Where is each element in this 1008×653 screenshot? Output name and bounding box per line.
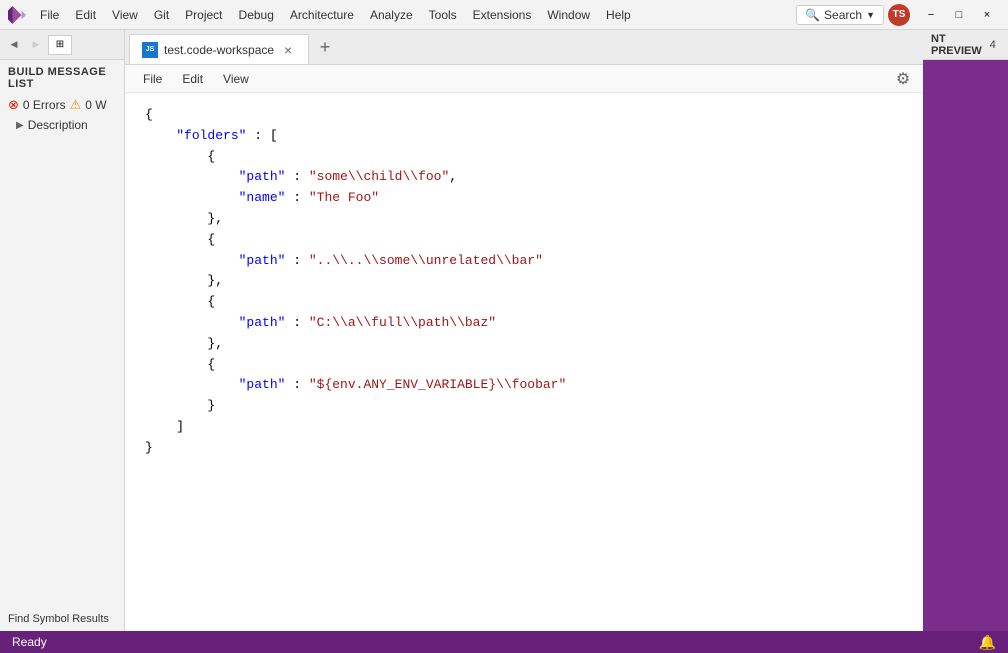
code-line-10: { — [145, 292, 903, 313]
description-label: Description — [28, 118, 88, 132]
code-line-16: ] — [145, 417, 903, 438]
main-layout: ◀ ▶ ⊞ Build Message List ⊗ 0 Errors ⚠ 0 … — [0, 30, 1008, 631]
status-bar: Ready 🔔 — [0, 631, 1008, 653]
code-line-14: "path" : "${env.ANY_ENV_VARIABLE}\\fooba… — [145, 375, 903, 396]
right-panel-content — [923, 60, 1008, 631]
code-line-2: "folders" : [ — [145, 126, 903, 147]
menu-git[interactable]: Git — [146, 6, 177, 24]
app-logo — [8, 6, 26, 24]
editor-menu-edit[interactable]: Edit — [172, 70, 213, 88]
status-bar-right: 🔔 — [979, 634, 996, 651]
menu-edit[interactable]: Edit — [67, 6, 104, 24]
left-sidebar: ◀ ▶ ⊞ Build Message List ⊗ 0 Errors ⚠ 0 … — [0, 30, 125, 631]
float-panel-controls: 4 × — [982, 35, 1008, 55]
code-line-17: } — [145, 438, 903, 459]
right-panel: NT PREVIEW 4 × — [923, 30, 1008, 631]
code-line-1: { — [145, 105, 903, 126]
code-line-11: "path" : "C:\\a\\full\\path\\baz" — [145, 313, 903, 334]
editor-menu-view[interactable]: View — [213, 70, 259, 88]
minimize-button[interactable]: − — [918, 5, 944, 25]
sidebar-nav-back[interactable]: ◀ — [4, 35, 24, 55]
tab-bar: JS test.code-workspace × + — [125, 30, 923, 65]
description-list-icon: ▶ — [16, 120, 24, 131]
status-ready-text: Ready — [12, 635, 47, 649]
search-icon: 🔍 — [805, 8, 820, 22]
float-panel-pin-button[interactable]: 4 — [982, 35, 1004, 55]
warning-icon: ⚠ — [70, 97, 82, 113]
tab-close-button[interactable]: × — [280, 42, 296, 58]
search-dropdown-icon: ▼ — [866, 10, 875, 20]
sidebar-bottom: Find Symbol Results — [0, 607, 124, 631]
code-line-15: } — [145, 396, 903, 417]
menu-debug[interactable]: Debug — [231, 6, 282, 24]
code-line-5: "name" : "The Foo" — [145, 188, 903, 209]
sidebar-section-title: Build Message List — [0, 60, 124, 94]
error-count: 0 Errors — [23, 98, 66, 112]
editor-settings-area: ⚙ — [891, 67, 915, 91]
float-panel-title: NT PREVIEW — [931, 33, 982, 57]
code-line-4: "path" : "some\\child\\foo", — [145, 167, 903, 188]
sidebar-expand-btn[interactable]: ⊞ — [48, 35, 72, 55]
float-panel-header: NT PREVIEW 4 × — [923, 30, 1008, 60]
sidebar-error-row[interactable]: ⊗ 0 Errors ⚠ 0 W — [0, 94, 124, 116]
code-line-8: "path" : "..\\..\\some\\unrelated\\bar" — [145, 251, 903, 272]
menu-extensions[interactable]: Extensions — [465, 6, 540, 24]
tab-add-button[interactable]: + — [311, 33, 339, 61]
menu-view[interactable]: View — [104, 6, 146, 24]
settings-gear-icon[interactable]: ⚙ — [891, 67, 915, 91]
window-controls: − □ × — [918, 5, 1000, 25]
code-line-9: }, — [145, 271, 903, 292]
menu-tools[interactable]: Tools — [421, 6, 465, 24]
find-symbol-results: Find Symbol Results — [8, 613, 116, 625]
code-editor[interactable]: { "folders" : [ { "path" : "some\\child\… — [125, 93, 923, 631]
title-bar-right: 🔍 Search ▼ TS − □ × — [796, 4, 1000, 26]
editor-menu-file[interactable]: File — [133, 70, 172, 88]
user-avatar[interactable]: TS — [888, 4, 910, 26]
notification-bell-icon[interactable]: 🔔 — [979, 634, 996, 651]
code-line-13: { — [145, 355, 903, 376]
code-line-7: { — [145, 230, 903, 251]
tab-file-icon: JS — [142, 42, 158, 58]
close-button[interactable]: × — [974, 5, 1000, 25]
editor-container: JS test.code-workspace × + File Edit Vie… — [125, 30, 923, 631]
menu-project[interactable]: Project — [177, 6, 230, 24]
code-line-6: }, — [145, 209, 903, 230]
menu-window[interactable]: Window — [539, 6, 598, 24]
menu-architecture[interactable]: Architecture — [282, 6, 362, 24]
sidebar-nav-forward[interactable]: ▶ — [26, 35, 46, 55]
warning-count: 0 W — [85, 98, 106, 112]
code-line-3: { — [145, 147, 903, 168]
maximize-button[interactable]: □ — [946, 5, 972, 25]
editor-tab-workspace[interactable]: JS test.code-workspace × — [129, 34, 309, 64]
tab-label: test.code-workspace — [164, 43, 274, 57]
title-bar: File Edit View Git Project Debug Archite… — [0, 0, 1008, 30]
menu-help[interactable]: Help — [598, 6, 639, 24]
error-icon: ⊗ — [8, 97, 19, 113]
menu-bar: File Edit View Git Project Debug Archite… — [32, 6, 796, 24]
menu-file[interactable]: File — [32, 6, 67, 24]
search-label: Search — [824, 8, 862, 22]
search-box[interactable]: 🔍 Search ▼ — [796, 5, 884, 25]
menu-analyze[interactable]: Analyze — [362, 6, 421, 24]
sidebar-description-row: ▶ Description — [0, 116, 124, 134]
editor-menu-bar: File Edit View ⚙ — [125, 65, 923, 93]
code-line-12: }, — [145, 334, 903, 355]
